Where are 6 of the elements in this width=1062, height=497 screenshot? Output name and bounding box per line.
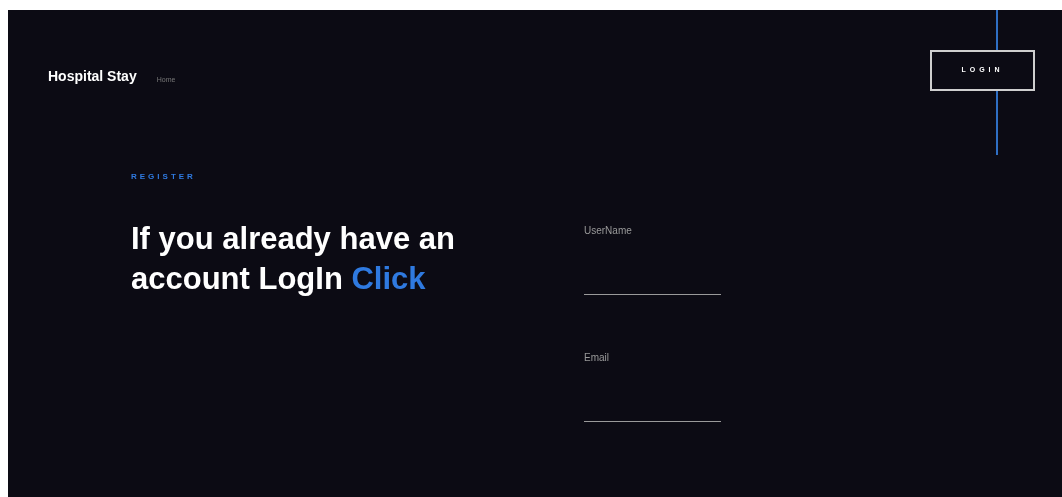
click-link[interactable]: Click bbox=[351, 261, 426, 296]
field-label: UserName bbox=[584, 224, 633, 238]
section-label: REGISTER bbox=[131, 171, 197, 183]
field-label: Email bbox=[584, 351, 610, 365]
brand-name: Hospital Stay bbox=[48, 67, 137, 86]
hero-heading: If you already have an account LogIn Click bbox=[131, 220, 456, 298]
